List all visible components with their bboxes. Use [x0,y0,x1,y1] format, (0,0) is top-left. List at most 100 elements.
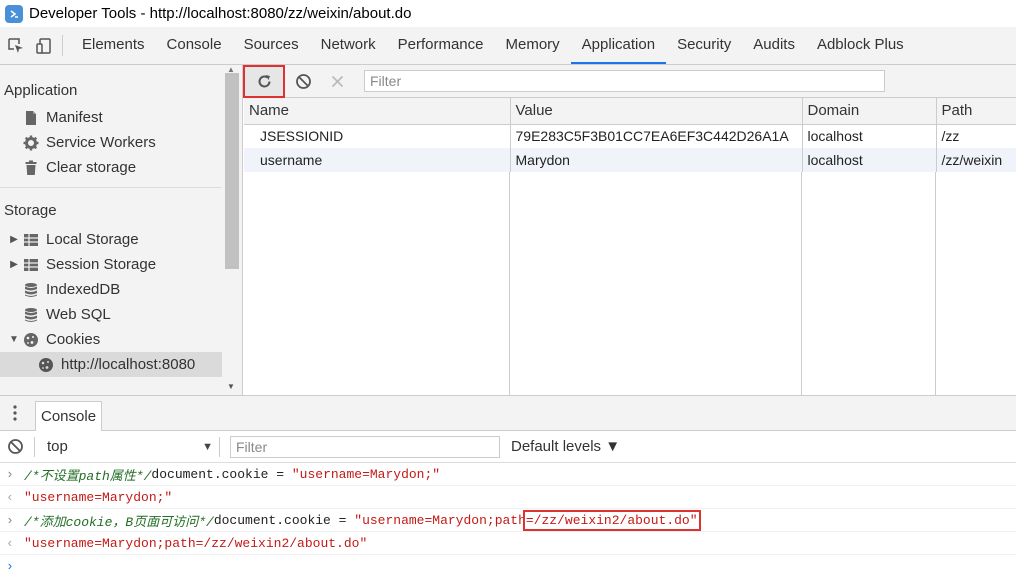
gear-icon [22,134,40,152]
column-header-path[interactable]: Path [936,98,1016,125]
scroll-down-icon[interactable]: ▼ [227,382,235,391]
sidebar-item-label: IndexedDB [46,281,121,298]
drawer-tabbar: Console [0,395,1016,431]
inspect-element-icon[interactable] [2,27,30,64]
sidebar-item-label: Service Workers [46,134,156,151]
close-icon [331,75,343,87]
sidebar-section-storage: Storage [4,201,57,219]
cookies-panel: Name Value Domain Path JSESSIONID 79E283… [243,64,1016,395]
grid-icon [22,231,40,249]
sidebar-item-service-workers[interactable]: Service Workers [0,130,242,155]
sidebar-item-clear-storage[interactable]: Clear storage [0,155,242,180]
column-header-domain[interactable]: Domain [802,98,937,125]
code-comment: /*不设置path属性*/ [24,468,152,484]
result-arrow-icon: ‹ [6,489,14,505]
tab-memory[interactable]: Memory [495,27,571,64]
cookies-filter-input[interactable] [364,70,885,92]
sidebar-item-indexeddb[interactable]: IndexedDB [0,277,242,302]
console-prompt-line[interactable]: › [0,555,1016,578]
cookie-value[interactable]: 79E283C5F3B01CC7EA6EF3C442D26A1A [510,124,803,148]
collapse-arrow-icon[interactable]: ▼ [8,334,20,345]
tab-adblock-plus[interactable]: Adblock Plus [806,27,915,64]
cookie-domain[interactable]: localhost [802,148,937,172]
sidebar-item-cookie-origin[interactable]: http://localhost:8080 [0,352,222,377]
refresh-icon [258,74,270,87]
table-row[interactable]: username Marydon localhost /zz/weixin [244,148,1016,172]
clear-all-button[interactable] [288,67,318,95]
cookie-path[interactable]: /zz/weixin [936,148,1016,172]
delete-selected-button[interactable] [322,67,352,95]
window-titlebar: Developer Tools - http://localhost:8080/… [0,0,1016,27]
tab-network[interactable]: Network [310,27,387,64]
input-prompt-icon: › [6,466,14,482]
console-input-line[interactable]: › /*不设置path属性*/document.cookie = "userna… [0,463,1016,486]
more-options-icon[interactable] [0,404,30,422]
sidebar-item-session-storage[interactable]: ▶ Session Storage [0,252,242,277]
tab-application[interactable]: Application [570,27,667,64]
tab-audits[interactable]: Audits [742,27,806,64]
sidebar-item-manifest[interactable]: Manifest [0,105,242,130]
sidebar-section-application: Application [4,81,78,99]
console-toolbar: top ▼ Default levels ▼ [0,431,1016,463]
highlighted-path-string: =/zz/weixin2/about.do" [522,509,701,531]
column-header-value[interactable]: Value [510,98,803,125]
console-input-line[interactable]: › /*添加cookie，B页面可访问*/document.cookie = "… [0,509,1016,532]
database-icon [22,306,40,324]
cookie-value[interactable]: Marydon [510,148,803,172]
log-levels-dropdown[interactable]: Default levels ▼ [511,438,620,455]
device-toolbar-icon[interactable] [30,27,58,64]
tab-sources[interactable]: Sources [233,27,310,64]
sidebar-item-label: Local Storage [46,231,139,248]
refresh-button[interactable] [243,64,285,98]
context-value: top [47,438,68,455]
cookie-name[interactable]: JSESSIONID [244,124,511,148]
window-title: Developer Tools - http://localhost:8080/… [29,5,412,22]
block-icon [7,439,23,454]
code-string: "username=Marydon;path [354,512,526,528]
drawer-tab-console[interactable]: Console [35,401,103,431]
cookie-icon [22,331,40,349]
tab-performance[interactable]: Performance [387,27,495,64]
tab-console[interactable]: Console [156,27,233,64]
result-arrow-icon: ‹ [6,535,14,551]
context-selector[interactable]: top ▼ [43,438,219,455]
caret-down-icon: ▼ [202,440,213,453]
console-output: › /*不设置path属性*/document.cookie = "userna… [0,463,1016,578]
table-row[interactable]: JSESSIONID 79E283C5F3B01CC7EA6EF3C442D26… [244,124,1016,148]
block-icon [295,73,311,89]
table-header-row: Name Value Domain Path [244,98,1016,125]
cookie-path[interactable]: /zz [936,124,1016,148]
code-comment: /*添加cookie，B页面可访问*/ [24,514,214,530]
expand-arrow-icon[interactable]: ▶ [8,234,20,245]
result-value: "username=Marydon;" [24,489,173,505]
cookie-domain[interactable]: localhost [802,124,937,148]
table-empty-area [244,172,1016,395]
sidebar-scrollbar[interactable]: ▲ ▼ [222,65,242,395]
sidebar-item-cookies[interactable]: ▼ Cookies [0,327,242,352]
scrollbar-thumb[interactable] [225,73,239,269]
sidebar-item-label: Web SQL [46,306,111,323]
console-filter-input[interactable] [230,435,500,458]
result-value: "username=Marydon;path=/zz/weixin2/about… [24,535,368,551]
console-result-line: ‹ "username=Marydon;path=/zz/weixin2/abo… [0,532,1016,555]
expand-arrow-icon[interactable]: ▶ [8,259,20,270]
clear-console-button[interactable] [0,438,30,455]
code-text: document.cookie = [213,512,355,528]
input-prompt-icon: › [6,512,14,528]
console-result-line: ‹ "username=Marydon;" [0,486,1016,509]
cookie-name[interactable]: username [244,148,511,172]
tab-security[interactable]: Security [666,27,742,64]
sidebar-item-label: Cookies [46,331,101,348]
application-sidebar: Application Manifest Service Workers Cle… [0,65,243,395]
sidebar-item-label: Manifest [46,109,103,126]
sidebar-item-web-sql[interactable]: Web SQL [0,302,242,327]
devtools-tabbar: Elements Console Sources Network Perform… [0,27,1016,65]
column-header-name[interactable]: Name [244,98,511,125]
grid-icon [22,256,40,274]
sidebar-item-label: Session Storage [46,256,157,273]
sidebar-item-label: Clear storage [46,159,137,176]
sidebar-item-local-storage[interactable]: ▶ Local Storage [0,227,242,252]
toolbar-separator [219,436,220,457]
tab-elements[interactable]: Elements [71,27,156,64]
code-text: document.cookie = [151,466,292,482]
